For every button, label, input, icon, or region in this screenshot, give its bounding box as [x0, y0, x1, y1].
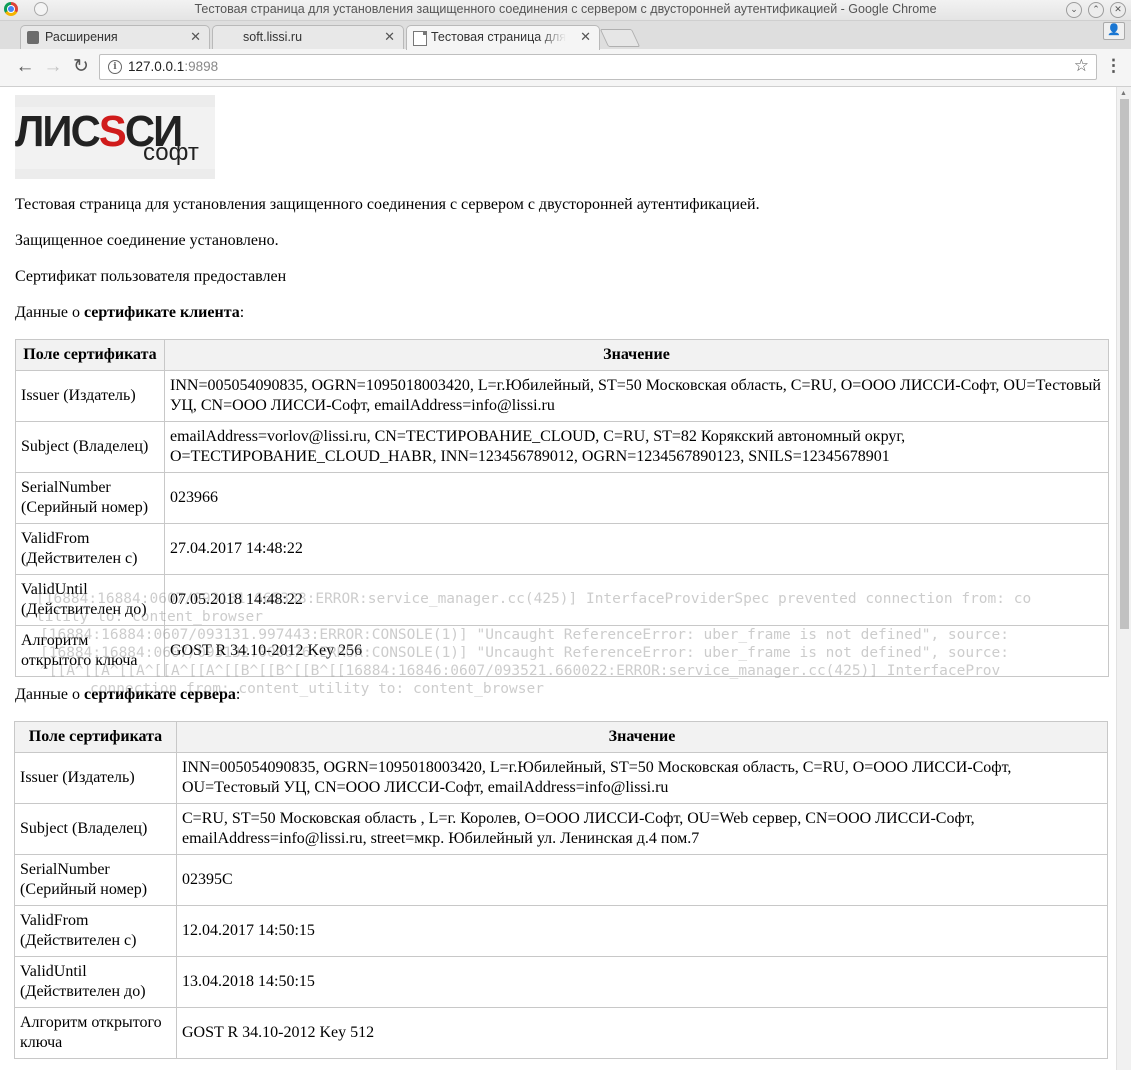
field-name: Алгоритм открытого ключа [15, 625, 165, 677]
field-value: INN=005054090835, OGRN=1095018003420, L=… [176, 752, 1108, 804]
field-name: Алгоритм открытого ключа [14, 1007, 177, 1059]
menu-dots-icon[interactable]: ⋮ [1105, 56, 1122, 76]
back-arrow-icon[interactable]: ← [14, 56, 36, 78]
table-row: SerialNumber (Серийный номер) 02395C [14, 854, 1108, 906]
field-name: ValidFrom (Действителен с) [15, 523, 165, 575]
tab-label: Расширения [45, 30, 118, 44]
page-content: ЛИСSСИ софт Тестовая страница для устано… [0, 87, 1116, 1070]
column-header: Значение [176, 721, 1108, 753]
field-value: 27.04.2017 14:48:22 [164, 523, 1109, 575]
field-value: 07.05.2018 14:48:22 [164, 574, 1109, 626]
server-cert-caption: Данные о сертификате сервера: [15, 686, 241, 703]
field-value: emailAddress=vorlov@lissi.ru, CN=ТЕСТИРО… [164, 421, 1109, 473]
field-value: 12.04.2017 14:50:15 [176, 905, 1108, 957]
page-heading: Тестовая страница для установления защищ… [15, 196, 760, 213]
maximize-icon[interactable]: ⌃ [1088, 2, 1104, 18]
vertical-scrollbar[interactable]: ▲ [1116, 87, 1131, 1070]
column-header: Значение [164, 339, 1109, 371]
window-title-bar: Тестовая страница для установления защищ… [0, 0, 1131, 21]
table-row: Subject (Владелец) emailAddress=vorlov@li… [15, 421, 1109, 473]
reload-icon[interactable]: ↻ [70, 56, 92, 78]
field-name: SerialNumber (Серийный номер) [15, 472, 165, 524]
field-name: SerialNumber (Серийный номер) [14, 854, 177, 906]
minimize-icon[interactable]: ⌄ [1066, 2, 1082, 18]
table-row: Алгоритм открытого ключа GOST R 34.10-201… [15, 625, 1109, 677]
table-row: ValidUntil (Действителен до) 13.04.2018 1… [14, 956, 1108, 1008]
field-value: 023966 [164, 472, 1109, 524]
info-icon[interactable]: i [108, 60, 122, 74]
field-name: ValidFrom (Действителен с) [14, 905, 177, 957]
address-bar[interactable]: i 127.0.0.1:9898 ☆ [99, 54, 1097, 80]
column-header: Поле сертификата [14, 721, 177, 753]
field-value: 02395C [176, 854, 1108, 906]
field-value: GOST R 34.10-2012 Key 256 [164, 625, 1109, 677]
close-window-icon[interactable]: ✕ [1110, 2, 1126, 18]
tab-label: Тестовая страница для [431, 30, 567, 44]
table-row: Issuer (Издатель) INN=005054090835, OGRN=… [14, 752, 1108, 804]
tab-close-icon[interactable]: ✕ [384, 29, 395, 45]
field-name: Subject (Владелец) [15, 421, 165, 473]
table-row: ValidFrom (Действителен с) 12.04.2017 14:… [14, 905, 1108, 957]
tab-label: soft.lissi.ru [243, 30, 303, 44]
column-header: Поле сертификата [15, 339, 165, 371]
client-cert-caption: Данные о сертификате клиента: [15, 304, 245, 321]
field-value: INN=005054090835, OGRN=1095018003420, L=… [164, 370, 1109, 422]
url-text[interactable]: 127.0.0.1:9898 [128, 59, 218, 74]
tab-close-icon[interactable]: ✕ [580, 29, 591, 45]
table-row: Subject (Владелец) C=RU, ST=50 Московская… [14, 803, 1108, 855]
url-port: :9898 [184, 59, 219, 74]
field-value: 13.04.2018 14:50:15 [176, 956, 1108, 1008]
field-name: Issuer (Издатель) [15, 370, 165, 422]
tab-soft-lissi[interactable]: soft.lissi.ru ✕ [212, 25, 404, 49]
document-icon [413, 31, 427, 46]
lissi-soft-logo: ЛИСSСИ софт [15, 95, 215, 179]
user-cert-status: Сертификат пользователя предоставлен [15, 268, 287, 285]
table-row: ValidUntil (Действителен до) 07.05.2018 1… [15, 574, 1109, 626]
profile-icon[interactable]: 👤 [1103, 22, 1125, 40]
tab-strip: Расширения ✕ soft.lissi.ru ✕ Тестовая ст… [0, 21, 1131, 50]
tab-test-page[interactable]: Тестовая страница для ✕ [406, 25, 600, 50]
scroll-thumb[interactable] [1120, 99, 1129, 629]
table-row: SerialNumber (Серийный номер) 023966 [15, 472, 1109, 524]
table-row: Issuer (Издатель) INN=005054090835, OGRN=… [15, 370, 1109, 422]
puzzle-icon [27, 31, 39, 44]
forward-arrow-icon[interactable]: → [42, 56, 64, 78]
server-cert-table: Поле сертификата Значение Issuer (Издате… [14, 721, 1108, 1059]
bookmark-star-icon[interactable]: ☆ [1074, 56, 1089, 76]
field-value: GOST R 34.10-2012 Key 512 [176, 1007, 1108, 1059]
field-name: ValidUntil (Действителен до) [15, 574, 165, 626]
field-name: Issuer (Издатель) [14, 752, 177, 804]
tab-extensions[interactable]: Расширения ✕ [20, 25, 210, 49]
browser-toolbar: ← → ↻ i 127.0.0.1:9898 ☆ ⋮ [0, 49, 1131, 87]
field-value: C=RU, ST=50 Московская область , L=г. Ко… [176, 803, 1108, 855]
connection-status: Защищенное соединение установлено. [15, 232, 279, 249]
field-name: ValidUntil (Действителен до) [14, 956, 177, 1008]
window-title: Тестовая страница для установления защищ… [194, 2, 937, 16]
table-row: Алгоритм открытого ключа GOST R 34.10-201… [14, 1007, 1108, 1059]
tab-close-icon[interactable]: ✕ [190, 29, 201, 45]
client-cert-table: Поле сертификата Значение Issuer (Издате… [15, 339, 1109, 677]
table-row: ValidFrom (Действителен с) 27.04.2017 14:… [15, 523, 1109, 575]
field-name: Subject (Владелец) [14, 803, 177, 855]
new-tab-button[interactable] [599, 29, 641, 47]
url-host: 127.0.0.1 [128, 59, 185, 74]
scroll-up-icon[interactable]: ▲ [1120, 89, 1127, 97]
